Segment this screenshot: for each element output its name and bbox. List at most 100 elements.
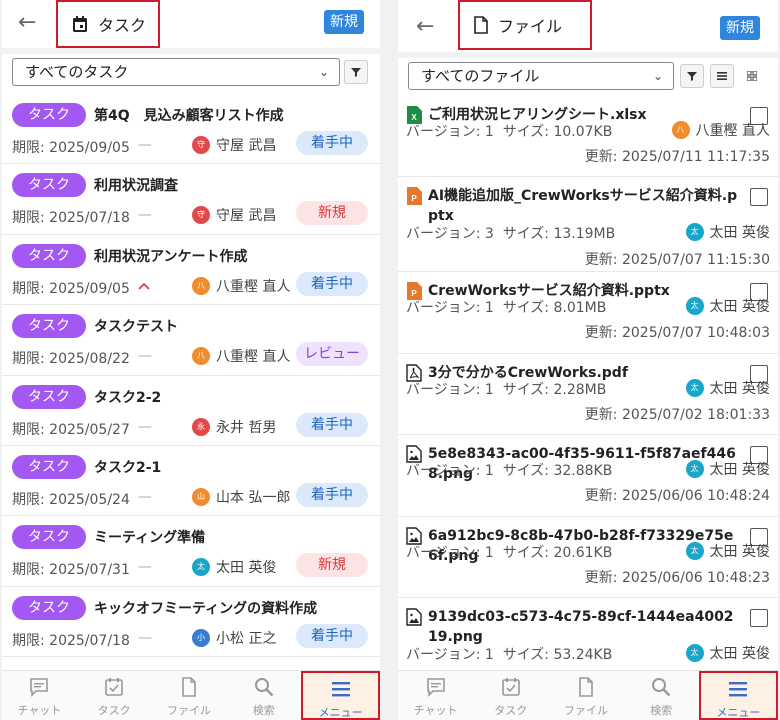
new-file-button[interactable]: 新規 — [720, 16, 760, 40]
task-title: ミーティング準備 — [94, 530, 206, 547]
task-row[interactable]: タスク 利用状況アンケート作成 期限: 2025/09/05 八八重樫 直人 着手中 — [2, 235, 380, 306]
due-value: 2025/07/31 — [49, 562, 130, 579]
priority-indicator: — — [138, 207, 152, 224]
due-label: 期限: — [12, 280, 50, 297]
task-filter-select[interactable]: すべてのタスク ⌄ — [12, 58, 340, 86]
back-arrow-icon[interactable]: ← — [416, 16, 434, 38]
owner-name: 八重樫 直人 — [216, 278, 291, 295]
task-row[interactable]: タスク 第4Q 見込み顧客リスト作成 期限: 2025/09/05— 守守屋 武昌 着手… — [2, 94, 380, 165]
due-label: 期限: — [12, 351, 50, 368]
task-row[interactable]: タスク 利用状況調査 期限: 2025/07/18— 守守屋 武昌 新規 — [2, 164, 380, 235]
status-badge: 新規 — [296, 201, 368, 226]
nav-item-file[interactable]: ファイル — [548, 671, 623, 720]
updated-value: 2025/07/07 11:15:30 — [621, 252, 770, 269]
task-due-date: 期限: 2025/09/05 — [12, 137, 130, 157]
file-panel: ← ファイル 新規 すべてのファイル ⌄ X ご利用状況ヒアリングシート.xlsx… — [398, 0, 778, 720]
nav-label: チャット — [413, 704, 458, 717]
priority-indicator: — — [138, 488, 152, 505]
task-owner: 小小松 正之 — [192, 628, 276, 648]
file-meta: バージョン: 1 サイズ: 53.24KB — [406, 644, 612, 664]
grid-view-icon — [747, 71, 757, 81]
avatar: 太 — [685, 297, 704, 316]
nav-item-search[interactable]: 検索 — [624, 671, 699, 720]
avatar: 山 — [192, 487, 210, 506]
task-row[interactable]: タスク キックオフミーティングの資料作成 期限: 2025/07/18 — 小小松 正之… — [2, 587, 380, 658]
size-value: 20.61KB — [553, 544, 613, 561]
owner-name: 太田 英俊 — [216, 560, 277, 577]
file-filter-select[interactable]: すべてのファイル ⌄ — [408, 62, 674, 90]
task-type-tag: タスク — [12, 525, 86, 550]
task-list: タスク 第4Q 見込み顧客リスト作成 期限: 2025/09/05— 守守屋 武昌 着手… — [2, 94, 380, 670]
task-row[interactable]: タスク タスク2-1 期限: 2025/05/24 — 山山本 弘一郎 着手中 — [2, 446, 380, 517]
grid-view-button[interactable] — [740, 64, 764, 88]
file-row[interactable]: X ご利用状況ヒアリングシート.xlsx バージョン: 1 サイズ: 10.07KB… — [398, 96, 778, 178]
list-view-button[interactable] — [710, 64, 734, 88]
file-row[interactable]: 3分で分かるCrewWorks.pdf バージョン: 1 サイズ: 2.28MB 太… — [398, 354, 778, 436]
svg-text:P: P — [411, 194, 417, 203]
nav-item-file[interactable]: ファイル — [152, 671, 227, 720]
task-row[interactable]: タスク タスクテスト 期限: 2025/08/22 — 八八重樫 直人 レビュー — [2, 305, 380, 376]
size-value: 2.28MB — [553, 381, 607, 398]
owner-name: 小松 正之 — [216, 630, 277, 647]
nav-item-chat[interactable]: チャット — [2, 671, 77, 720]
updated-label: 更新: — [584, 569, 622, 586]
file-row[interactable]: P AI機能追加版_CrewWorksサービス紹介資料.pptx バージョン: 3 … — [398, 177, 778, 273]
nav-item-task[interactable]: タスク — [77, 671, 152, 720]
task-title: タスク2-1 — [94, 459, 162, 476]
priority-up-icon — [138, 278, 150, 294]
nav-item-menu[interactable]: メニュー — [698, 671, 778, 720]
version-value: 1 — [484, 381, 494, 398]
file-row[interactable]: P CrewWorksサービス紹介資料.pptx バージョン: 1 サイズ: 8.0… — [398, 272, 778, 354]
task-due-date: 期限: 2025/07/18 — [12, 207, 130, 227]
back-arrow-icon[interactable]: ← — [18, 12, 36, 34]
task-filter-value: すべてのタスク — [25, 63, 129, 81]
avatar: 八 — [192, 276, 210, 295]
file-meta: バージョン: 1 サイズ: 2.28MB — [406, 379, 606, 399]
file-header: ← ファイル 新規 — [398, 0, 778, 50]
nav-item-task[interactable]: タスク — [473, 671, 548, 720]
due-value: 2025/05/24 — [49, 491, 130, 508]
nav-label: チャット — [17, 704, 62, 717]
file-updated: 更新: 2025/07/07 11:15:30 — [585, 249, 770, 269]
updated-value: 2025/07/02 18:01:33 — [621, 406, 770, 423]
task-row[interactable]: タスク ミーティング準備 期限: 2025/07/31— 太太田 英俊 新規 — [2, 516, 380, 587]
task-type-tag: タスク — [12, 243, 86, 268]
task-owner: 八八重樫 直人 — [192, 276, 290, 296]
task-owner: 永永井 哲男 — [192, 417, 276, 437]
avatar: 守 — [192, 206, 210, 225]
nav-item-search[interactable]: 検索 — [226, 671, 301, 720]
funnel-icon — [351, 68, 361, 77]
status-badge: レビュー — [296, 342, 368, 367]
task-due-date: 期限: 2025/09/05 — [12, 278, 130, 298]
file-filter-row: すべてのファイル ⌄ — [398, 58, 778, 98]
file-meta: バージョン: 1 サイズ: 32.88KB — [406, 460, 612, 480]
filter-button[interactable] — [680, 64, 704, 88]
nav-item-chat[interactable]: チャット — [398, 671, 473, 720]
file-row[interactable]: 6a912bc9-8c8b-47b0-b28f-f73329e75e6f.png… — [398, 517, 778, 598]
nav-label: タスク — [97, 704, 131, 717]
task-title: 利用状況調査 — [94, 178, 178, 195]
version-value: 1 — [484, 463, 494, 480]
page-title: ファイル — [458, 0, 592, 50]
task-row[interactable]: タスク タスク2-2 期限: 2025/05/27— 永永井 哲男 着手中 — [2, 376, 380, 446]
task-panel: ← タスク 新規 すべてのタスク ⌄ タスク 第4Q 見込み顧客リスト作成 期限: … — [2, 0, 380, 720]
file-select-checkbox[interactable] — [750, 188, 768, 207]
file-row[interactable]: 5e8e8343-ac00-4f35-9611-f5f87aef4468.png… — [398, 435, 778, 517]
filter-button[interactable] — [344, 60, 368, 84]
version-value: 3 — [484, 226, 494, 243]
nav-item-menu[interactable]: メニュー — [301, 671, 380, 720]
size-value: 32.88KB — [553, 463, 613, 480]
status-badge: 新規 — [296, 553, 368, 578]
file-name: P AI機能追加版_CrewWorksサービス紹介資料.pptx — [406, 186, 738, 226]
task-type-tag: タスク — [12, 103, 86, 127]
version-label: バージョン: — [406, 381, 485, 398]
file-name: 9139dc03-c573-4c75-89cf-1444ea400219.png — [406, 607, 738, 647]
menu-icon — [727, 679, 749, 704]
new-task-button[interactable]: 新規 — [324, 10, 364, 34]
size-label: サイズ: — [502, 226, 554, 243]
task-title: タスク2-2 — [94, 389, 162, 406]
file-select-checkbox[interactable] — [750, 608, 768, 627]
task-due-date: 期限: 2025/05/24 — [12, 489, 130, 509]
avatar: 太 — [192, 558, 210, 577]
funnel-icon — [687, 72, 697, 81]
